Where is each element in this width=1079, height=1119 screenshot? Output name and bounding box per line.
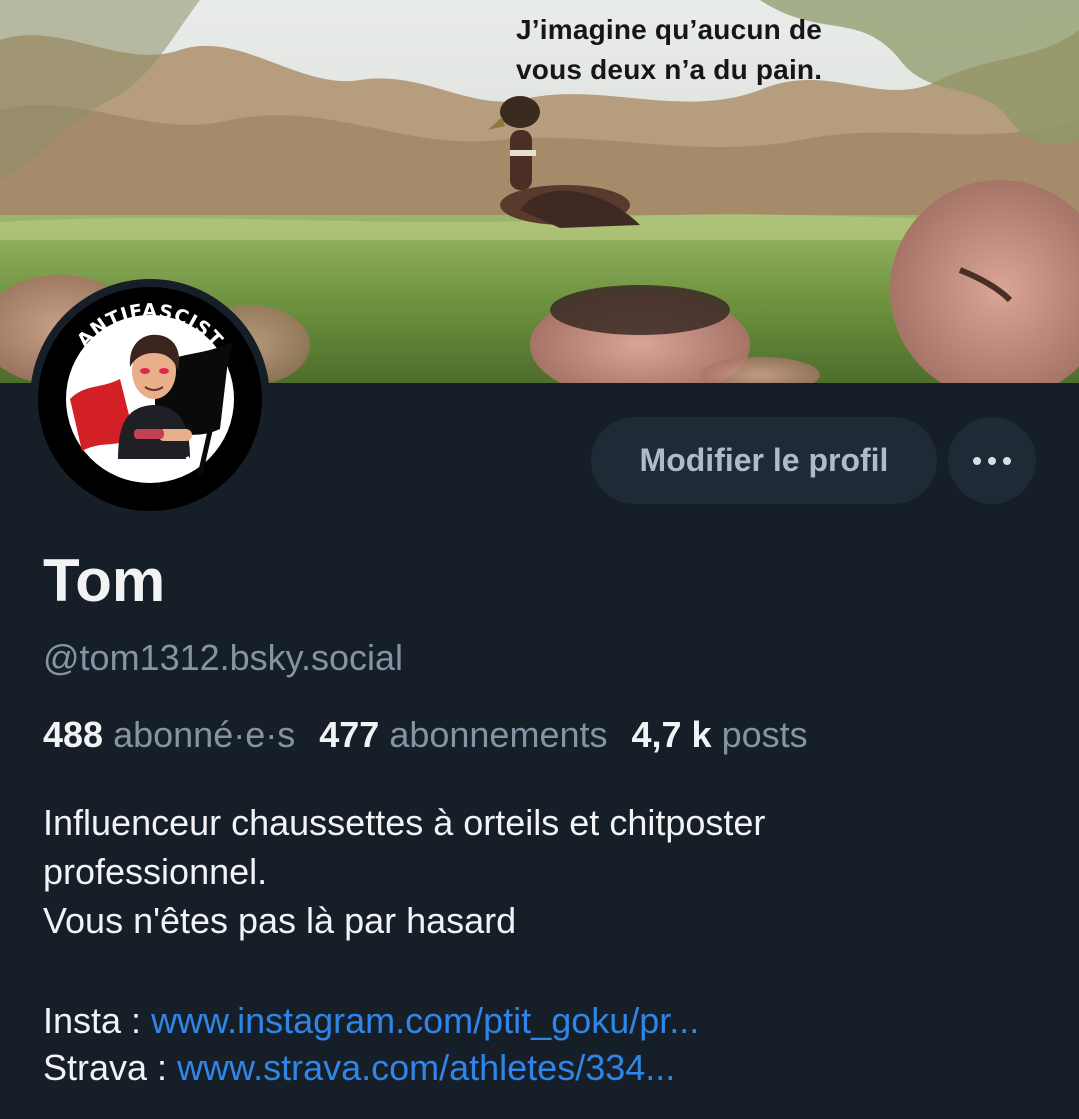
edit-profile-button[interactable]: Modifier le profil [591, 417, 937, 504]
insta-label: Insta : [43, 1000, 152, 1041]
following-count: 477 [319, 714, 380, 755]
followers-stat[interactable]: 488 abonné·e·s [43, 714, 295, 755]
posts-count: 4,7 k [631, 714, 712, 755]
antifascist-action-logo: ANTIFASCIST ACTION [32, 281, 268, 517]
instagram-link[interactable]: www.instagram.com/ptit_goku/pr... [151, 1000, 699, 1041]
banner-caption-line2: vous deux n’a du pain. [516, 54, 823, 85]
profile-stats: 488 abonné·e·s 477 abonnements 4,7 k posts [43, 713, 808, 757]
strava-line: Strava : www.strava.com/athletes/334... [43, 1044, 1053, 1091]
banner-caption-line1: J’imagine qu’aucun de [516, 14, 823, 45]
insta-line: Insta : www.instagram.com/ptit_goku/pr..… [43, 997, 1053, 1044]
display-name: Tom [43, 547, 166, 614]
profile-page: J’imagine qu’aucun de vous deux n’a du p… [0, 0, 1079, 1119]
strava-link[interactable]: www.strava.com/athletes/334... [177, 1047, 675, 1088]
posts-stat: 4,7 k posts [632, 714, 808, 755]
strava-label: Strava : [43, 1047, 178, 1088]
followers-label: abonné·e·s [113, 714, 296, 755]
profile-bio: Influenceur chaussettes à orteils et chi… [43, 798, 1053, 1091]
bio-line: professionnel. [43, 851, 268, 892]
bio-spacer [43, 945, 1053, 997]
following-stat[interactable]: 477 abonnements [319, 714, 607, 755]
ellipsis-icon [973, 456, 1011, 465]
bio-line: Influenceur chaussettes à orteils et chi… [43, 802, 766, 843]
more-options-button[interactable] [948, 417, 1036, 504]
banner-caption: J’imagine qu’aucun de vous deux n’a du p… [516, 10, 822, 90]
bio-line: Vous n'êtes pas là par hasard [43, 900, 517, 941]
edit-profile-label: Modifier le profil [639, 442, 889, 478]
avatar[interactable]: ANTIFASCIST ACTION [30, 279, 270, 519]
profile-handle: @tom1312.bsky.social [43, 637, 404, 678]
posts-label: posts [721, 714, 808, 755]
followers-count: 488 [43, 714, 104, 755]
following-label: abonnements [389, 714, 608, 755]
